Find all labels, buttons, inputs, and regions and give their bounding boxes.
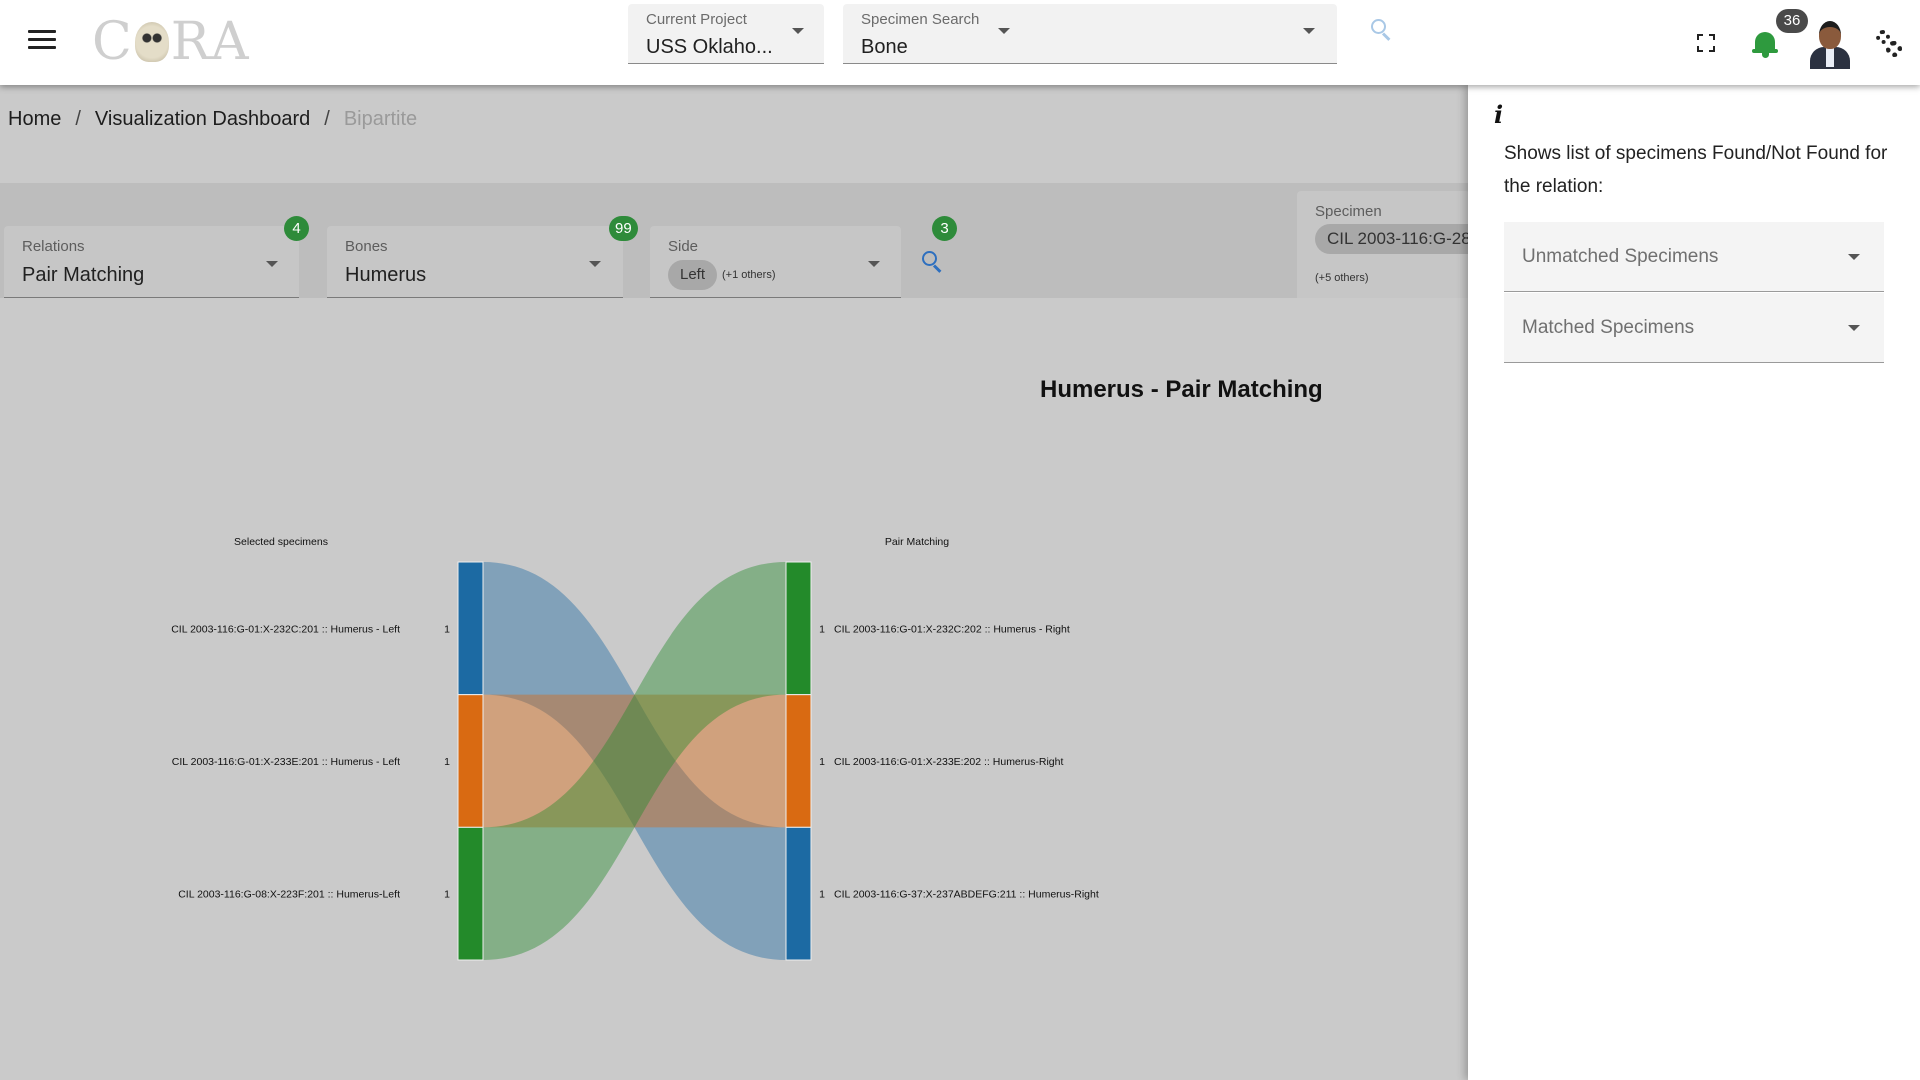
chevron-down-icon	[792, 28, 804, 34]
bones-value: Humerus	[345, 264, 427, 286]
chart-title: Humerus - Pair Matching	[1040, 376, 1323, 403]
sankey-chart: CIL 2003-116:G-01:X-232C:201 :: Humerus …	[171, 536, 1099, 961]
breadcrumb-separator: /	[324, 108, 330, 130]
left-node-bar	[457, 561, 484, 696]
bones-label: Bones	[345, 238, 388, 255]
relations-label: Relations	[22, 238, 85, 255]
left-node-bar	[457, 826, 484, 961]
specimen-chip[interactable]: CIL 2003-116:G-28	[1315, 224, 1470, 254]
info-icon: i	[1494, 100, 1504, 129]
chevron-down-icon	[589, 261, 601, 267]
search-icon[interactable]	[922, 251, 944, 273]
right-column-header: Pair Matching	[885, 536, 949, 548]
info-side-panel: i Shows list of specimens Found/Not Foun…	[1468, 85, 1920, 1080]
panel-description: Shows list of specimens Found/Not Found …	[1504, 143, 1888, 197]
side-label: Side	[668, 238, 699, 255]
settings-gears-icon[interactable]	[1876, 30, 1902, 58]
specimen-label: Specimen	[1315, 203, 1382, 220]
menu-icon[interactable]	[28, 30, 56, 54]
chevron-down-icon	[868, 261, 880, 267]
avatar[interactable]	[1810, 19, 1850, 69]
right-node-label: CIL 2003-116:G-01:X-232C:202 :: Humerus …	[834, 623, 1070, 635]
chevron-down-icon	[1848, 254, 1860, 260]
side-others-count: (+1 others)	[722, 269, 776, 281]
left-node-label: CIL 2003-116:G-01:X-233E:201 :: Humerus …	[172, 756, 400, 768]
specimen-others-count: (+5 others)	[1315, 272, 1369, 284]
matched-specimens-label: Matched Specimens	[1522, 317, 1695, 338]
right-node-bar	[785, 561, 812, 696]
right-node-label: CIL 2003-116:G-37:X-237ABDEFG:211 :: Hum…	[834, 889, 1099, 901]
relations-count-badge: 4	[284, 216, 309, 241]
bones-count-badge: 99	[609, 216, 638, 241]
chevron-down-icon	[998, 28, 1010, 34]
chevron-down-icon	[1303, 28, 1315, 34]
right-node-label: CIL 2003-116:G-01:X-233E:202 :: Humerus-…	[834, 756, 1063, 768]
left-node-bar	[457, 694, 484, 828]
relations-select[interactable]: Relations Pair Matching	[4, 226, 299, 298]
right-node-bar	[785, 826, 812, 961]
left-node-value: 1	[444, 623, 450, 635]
right-node-value: 1	[819, 756, 825, 768]
filter-bar: Relations Pair Matching 4 Bones Humerus …	[0, 183, 1470, 298]
skull-icon	[134, 22, 169, 62]
specimen-search-label: Specimen Search	[861, 11, 980, 28]
bones-select[interactable]: Bones Humerus	[327, 226, 623, 298]
current-project-value: USS Oklaho...	[646, 36, 773, 58]
notification-badge: 36	[1776, 9, 1808, 33]
fullscreen-icon[interactable]	[1697, 34, 1715, 52]
current-project-select[interactable]: Current Project USS Oklaho...	[628, 4, 824, 64]
right-node-value: 1	[819, 623, 825, 635]
right-node-bar	[785, 694, 812, 828]
current-project-label: Current Project	[646, 11, 747, 28]
matched-specimens-accordion[interactable]: Matched Specimens	[1504, 293, 1884, 363]
search-icon[interactable]	[1371, 19, 1393, 41]
breadcrumb-separator: /	[75, 108, 81, 130]
chevron-down-icon	[1848, 325, 1860, 331]
side-chip[interactable]: Left	[668, 260, 718, 290]
breadcrumb-current: Bipartite	[343, 108, 418, 130]
relations-value: Pair Matching	[22, 264, 145, 286]
unmatched-specimens-label: Unmatched Specimens	[1522, 246, 1719, 267]
left-column-header: Selected specimens	[234, 536, 328, 548]
top-app-bar: C RA Current Project USS Oklaho... Specim…	[0, 0, 1920, 85]
specimen-search-select[interactable]: Specimen Search Bone	[843, 4, 1337, 64]
left-node-label: CIL 2003-116:G-08:X-223F:201 :: Humerus-…	[178, 889, 400, 901]
chevron-down-icon	[266, 261, 278, 267]
search-count-badge: 3	[932, 216, 957, 241]
breadcrumb-visualization-dashboard[interactable]: Visualization Dashboard	[95, 108, 310, 131]
specimen-search-value: Bone	[861, 36, 908, 58]
breadcrumb-home[interactable]: Home	[8, 108, 61, 131]
cora-logo[interactable]: C RA	[92, 12, 250, 72]
bell-icon[interactable]	[1752, 30, 1778, 58]
right-node-value: 1	[819, 889, 825, 901]
breadcrumb: Home / Visualization Dashboard / Biparti…	[8, 108, 417, 131]
left-node-value: 1	[444, 889, 450, 901]
unmatched-specimens-accordion[interactable]: Unmatched Specimens	[1504, 222, 1884, 292]
left-node-label: CIL 2003-116:G-01:X-232C:201 :: Humerus …	[171, 623, 400, 635]
left-node-value: 1	[444, 756, 450, 768]
